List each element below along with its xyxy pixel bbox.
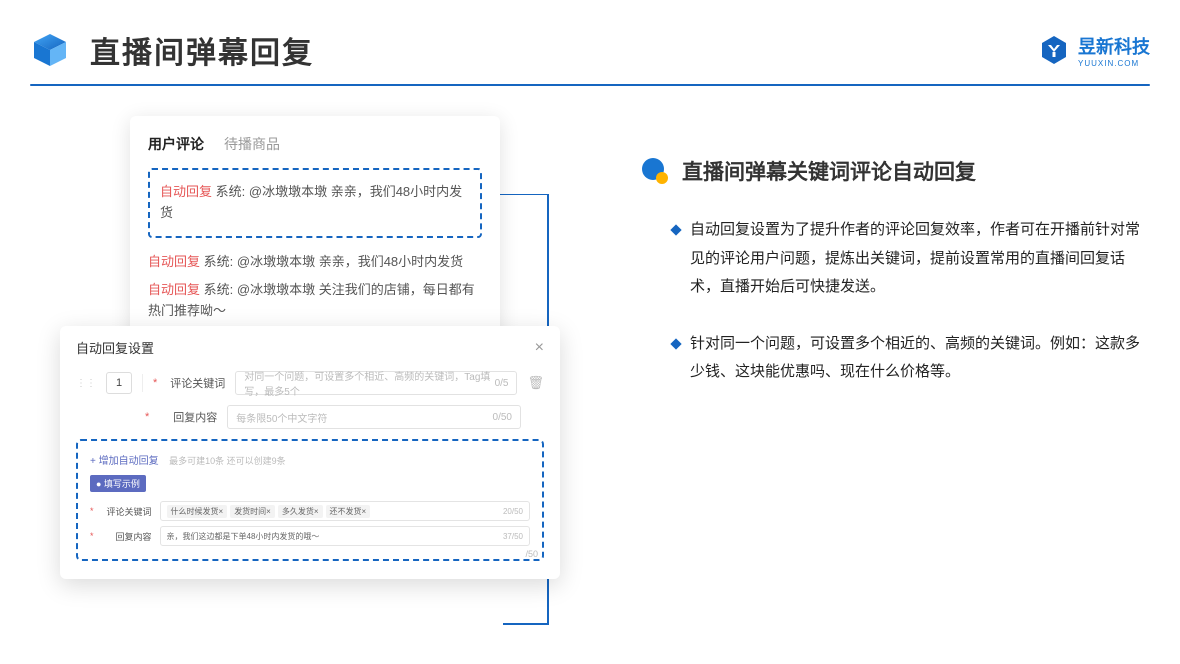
comment-row: 自动回复 系统: @冰墩墩本墩 关注我们的店铺，每日都有热门推荐呦～	[148, 276, 482, 326]
close-icon[interactable]: ×	[535, 339, 544, 357]
required-icon: *	[90, 531, 94, 541]
bullet-item: 针对同一个问题，可设置多个相近的、高频的关键词。例如：这款多少钱、这块能优惠吗、…	[640, 330, 1150, 387]
ex-keyword-label: 评论关键词	[104, 505, 152, 518]
add-reply-link[interactable]: + 增加自动回复	[90, 456, 159, 467]
system-label: 系统:	[204, 254, 234, 269]
auto-reply-tag: 自动回复	[160, 184, 212, 199]
tabs: 用户评论 待播商品	[148, 134, 482, 154]
char-count: 20/50	[503, 507, 523, 516]
right-panel: 直播间弹幕关键词评论自动回复 自动回复设置为了提升作者的评论回复效率，作者可在开…	[530, 116, 1150, 415]
bullet-text: 针对同一个问题，可设置多个相近的、高频的关键词。例如：这款多少钱、这块能优惠吗、…	[690, 330, 1150, 387]
required-icon: *	[153, 377, 157, 389]
separator	[142, 374, 143, 392]
ex-keyword-input: 什么时候发货× 发货时间× 多久发货× 还不发货× 20/50	[160, 501, 530, 521]
auto-reply-tag: 自动回复	[148, 254, 200, 269]
content-input[interactable]: 每条限50个中文字符 0/50	[227, 405, 521, 429]
left-panel: 用户评论 待播商品 自动回复 系统: @冰墩墩本墩 亲亲，我们48小时内发货 自…	[30, 116, 530, 415]
diamond-bullet-icon	[670, 338, 681, 349]
add-hint: 最多可建10条 还可以创建9条	[169, 456, 286, 466]
modal-title: 自动回复设置	[76, 338, 154, 357]
page-title: 直播间弹幕回复	[90, 28, 314, 72]
char-count: /50	[525, 549, 538, 559]
highlighted-comment: 自动回复 系统: @冰墩墩本墩 亲亲，我们48小时内发货	[148, 168, 482, 238]
required-icon: *	[90, 506, 94, 516]
tag-chip: 什么时候发货×	[167, 505, 228, 518]
char-count: 0/5	[495, 378, 509, 389]
logo-mark-icon	[1038, 34, 1070, 66]
diamond-bullet-icon	[670, 224, 681, 235]
chat-bubble-icon	[640, 156, 670, 186]
comment-row: 自动回复 系统: @冰墩墩本墩 亲亲，我们48小时内发货	[148, 248, 482, 277]
section-title-text: 直播间弹幕关键词评论自动回复	[682, 156, 976, 186]
tag-chip: 发货时间×	[230, 505, 275, 518]
bullet-item: 自动回复设置为了提升作者的评论回复效率，作者可在开播前针对常见的评论用户问题，提…	[640, 216, 1150, 302]
tab-products[interactable]: 待播商品	[224, 134, 280, 154]
placeholder-text: 每条限50个中文字符	[236, 410, 327, 425]
auto-reply-tag: 自动回复	[148, 282, 200, 297]
keyword-input[interactable]: 对同一个问题，可设置多个相近、高频的关键词，Tag填写，最多5个 0/5	[235, 371, 517, 395]
placeholder-text: 对同一个问题，可设置多个相近、高频的关键词，Tag填写，最多5个	[244, 368, 494, 398]
settings-modal: 自动回复设置 × ⋮⋮ 1 * 评论关键词 对同一个问题，可设置多个相近、高频的…	[60, 326, 560, 579]
char-count: 37/50	[503, 532, 523, 541]
ex-content-label: 回复内容	[104, 530, 152, 543]
content-label: 回复内容	[161, 409, 217, 425]
number-box: 1	[106, 372, 132, 394]
required-icon: *	[145, 411, 149, 423]
logo-subtext: YUUXIN.COM	[1078, 59, 1150, 68]
brand-logo: 昱新科技 YUUXIN.COM	[1038, 33, 1150, 68]
ex-content-text: 亲，我们这边都是下单48小时内发货的哦～	[167, 531, 320, 542]
ex-content-input: 亲，我们这边都是下单48小时内发货的哦～ 37/50	[160, 526, 530, 546]
keyword-label: 评论关键词	[169, 375, 225, 391]
tab-comments[interactable]: 用户评论	[148, 134, 204, 154]
tag-chip: 多久发货×	[278, 505, 323, 518]
header-divider	[30, 84, 1150, 86]
char-count: 0/50	[493, 412, 512, 423]
bullet-text: 自动回复设置为了提升作者的评论回复效率，作者可在开播前针对常见的评论用户问题，提…	[690, 216, 1150, 302]
comment-text: @冰墩墩本墩 亲亲，我们48小时内发货	[237, 254, 463, 269]
example-box: + 增加自动回复 最多可建10条 还可以创建9条 ● 填写示例 * 评论关键词 …	[76, 439, 544, 561]
logo-text: 昱新科技	[1078, 37, 1150, 57]
system-label: 系统:	[204, 282, 234, 297]
trash-icon[interactable]: 🗑	[527, 375, 544, 391]
section-heading: 直播间弹幕关键词评论自动回复	[640, 156, 1150, 186]
cube-icon	[30, 30, 70, 70]
page-header: 直播间弹幕回复 昱新科技 YUUXIN.COM	[0, 0, 1180, 84]
system-label: 系统:	[216, 184, 246, 199]
comments-card: 用户评论 待播商品 自动回复 系统: @冰墩墩本墩 亲亲，我们48小时内发货 自…	[130, 116, 500, 348]
drag-handle-icon[interactable]: ⋮⋮	[76, 378, 96, 389]
tag-chip: 还不发货×	[326, 505, 371, 518]
example-badge: ● 填写示例	[90, 475, 146, 492]
